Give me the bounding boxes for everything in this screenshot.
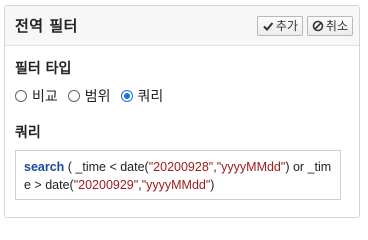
filter-type-radio-group: 비교 범위 쿼리 bbox=[15, 86, 349, 106]
panel-header: 전역 필터 추가 취소 bbox=[5, 6, 359, 46]
query-text-5: ) bbox=[210, 178, 215, 192]
radio-query-label: 쿼리 bbox=[137, 89, 164, 105]
panel-title: 전역 필터 bbox=[15, 17, 78, 35]
header-buttons: 추가 취소 bbox=[256, 15, 353, 36]
query-editor[interactable]: search ( _time < date("20200928","yyyyMM… bbox=[15, 150, 341, 200]
add-button[interactable]: 추가 bbox=[256, 15, 303, 36]
query-text-1: ( _time < date( bbox=[64, 160, 149, 174]
query-string-3: "20200929" bbox=[73, 178, 139, 192]
query-string-1: "20200928" bbox=[148, 160, 214, 174]
filter-type-label: 필터 타입 bbox=[15, 61, 72, 77]
check-icon bbox=[262, 20, 274, 32]
radio-option-compare[interactable]: 비교 bbox=[15, 86, 58, 106]
query-string-4: "yyyyMMdd" bbox=[141, 178, 211, 192]
global-filter-panel: 전역 필터 추가 취소 필터 타입 비교 범위 쿼리 쿼리 search (_… bbox=[4, 5, 360, 218]
radio-query[interactable] bbox=[120, 90, 133, 102]
cancel-button-label: 취소 bbox=[325, 19, 348, 33]
ban-icon bbox=[312, 20, 324, 32]
panel-body: 필터 타입 비교 범위 쿼리 쿼리 search ( _time < date(… bbox=[5, 46, 359, 200]
radio-option-range[interactable]: 범위 bbox=[67, 86, 111, 106]
add-button-label: 추가 bbox=[275, 19, 298, 33]
radio-option-query[interactable]: 쿼리 bbox=[120, 86, 164, 106]
query-keyword: search bbox=[24, 160, 65, 174]
radio-compare-label: 비교 bbox=[32, 89, 58, 105]
radio-range[interactable] bbox=[67, 90, 80, 102]
radio-range-label: 범위 bbox=[84, 89, 111, 105]
query-string-2: "yyyyMMdd" bbox=[216, 160, 286, 174]
query-label: 쿼리 bbox=[15, 125, 41, 141]
radio-compare[interactable] bbox=[15, 90, 27, 102]
cancel-button[interactable]: 취소 bbox=[306, 15, 353, 36]
